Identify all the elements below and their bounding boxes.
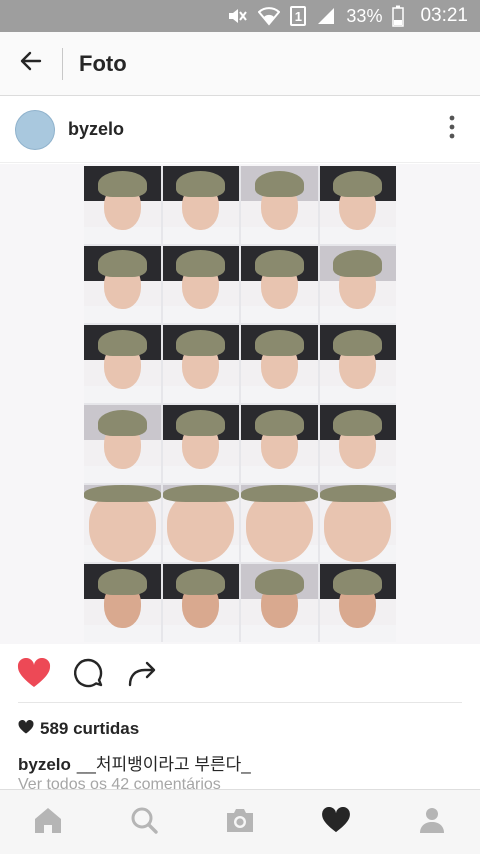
signal-icon xyxy=(316,6,336,26)
photo-tile xyxy=(319,404,396,483)
post-actions xyxy=(0,648,480,702)
photo-tile xyxy=(162,325,239,403)
photo-collage xyxy=(84,166,396,642)
photo-tile xyxy=(162,564,239,642)
back-button[interactable] xyxy=(0,32,62,96)
share-button[interactable] xyxy=(124,657,160,693)
status-bar: 1 33% 03:21 xyxy=(0,0,480,32)
caption-username[interactable]: byzelo xyxy=(18,755,71,774)
clock: 03:21 xyxy=(420,5,468,26)
photo-tile xyxy=(241,325,318,403)
post-header: byzelo xyxy=(0,97,480,163)
nav-home[interactable] xyxy=(18,792,78,852)
likes-text: 589 curtidas xyxy=(40,719,140,738)
profile-icon xyxy=(418,806,446,839)
photo-tile xyxy=(84,404,161,483)
photo-tile xyxy=(319,564,396,642)
caption-text: __처피뱅이라고 부른다_ xyxy=(76,755,251,774)
bottom-nav xyxy=(0,789,480,854)
page-title: Foto xyxy=(79,50,127,76)
photo-tile xyxy=(84,166,161,244)
more-options-button[interactable] xyxy=(432,110,472,150)
battery-percent: 33% xyxy=(346,5,383,26)
photo-tile xyxy=(241,166,318,244)
photo-tile xyxy=(319,325,396,403)
title-divider xyxy=(62,47,63,80)
photo-tile xyxy=(162,404,239,483)
photo-tile xyxy=(84,564,161,642)
divider xyxy=(18,702,462,703)
battery-icon xyxy=(392,5,405,27)
photo-tile xyxy=(241,404,318,483)
photo-tile xyxy=(84,484,161,563)
share-arrow-icon xyxy=(126,658,158,693)
photo-tile xyxy=(84,245,161,324)
home-icon xyxy=(33,806,63,839)
more-vertical-icon xyxy=(449,115,455,144)
nav-profile[interactable] xyxy=(402,792,462,852)
photo-tile xyxy=(162,484,239,563)
photo-tile xyxy=(319,484,396,563)
app-bar: Foto xyxy=(0,32,480,96)
nav-search[interactable] xyxy=(114,792,174,852)
sim-icon: 1 xyxy=(290,6,307,26)
wifi-icon xyxy=(258,6,281,26)
nav-camera[interactable] xyxy=(210,792,270,852)
avatar[interactable] xyxy=(15,109,55,150)
photo-tile xyxy=(319,166,396,244)
arrow-left-icon xyxy=(19,49,43,78)
photo-tile xyxy=(241,564,318,642)
heart-icon xyxy=(321,806,351,838)
nav-activity[interactable] xyxy=(306,792,366,852)
camera-icon xyxy=(224,806,256,839)
photo-tile xyxy=(162,245,239,324)
post-username[interactable]: byzelo xyxy=(68,119,432,140)
post-photo[interactable] xyxy=(0,164,480,644)
heart-filled-icon xyxy=(17,657,51,693)
photo-tile xyxy=(241,245,318,324)
mute-icon xyxy=(226,6,248,26)
comment-button[interactable] xyxy=(70,657,106,693)
photo-tile xyxy=(84,325,161,403)
small-heart-icon xyxy=(18,719,34,739)
likes-count[interactable]: 589 curtidas xyxy=(18,718,139,740)
photo-tile xyxy=(319,245,396,324)
post-caption: byzelo __처피뱅이라고 부른다_ xyxy=(18,750,251,775)
photo-tile xyxy=(162,166,239,244)
like-button[interactable] xyxy=(16,657,52,693)
search-icon xyxy=(130,806,158,839)
comment-bubble-icon xyxy=(72,657,104,694)
photo-tile xyxy=(241,484,318,563)
